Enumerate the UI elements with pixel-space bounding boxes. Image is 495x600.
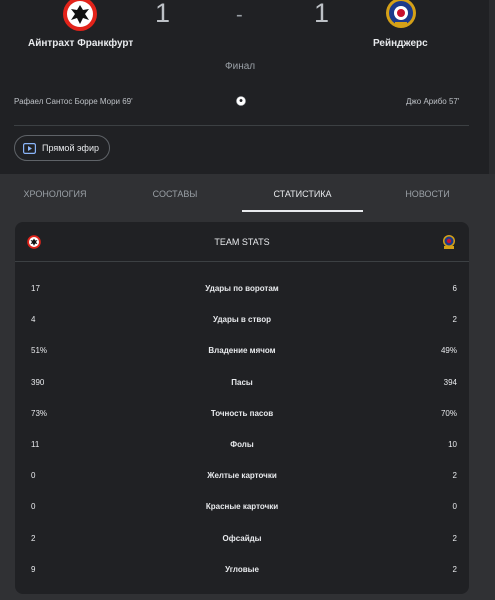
tab-label: ХРОНОЛОГИЯ <box>23 189 87 199</box>
away-stat-value: 2 <box>452 533 457 543</box>
stat-label: Удары в створ <box>212 315 272 325</box>
away-stat-value: 70% <box>440 408 457 418</box>
away-scorer: Джо Арибо 57' <box>406 97 460 106</box>
score-separator: - <box>236 4 243 26</box>
stat-label: Желтые карточки <box>207 471 277 481</box>
stat-row: 0 Красные карточки 0 <box>15 491 469 522</box>
tab-label: СОСТАВЫ <box>152 189 198 199</box>
away-stat-value: 2 <box>452 564 457 574</box>
tab-label: НОВОСТИ <box>405 189 450 199</box>
stat-row: 17 Удары по воротам 6 <box>15 273 469 304</box>
tab-timeline[interactable]: ХРОНОЛОГИЯ <box>0 174 110 214</box>
stat-row: 0 Желтые карточки 2 <box>15 460 469 491</box>
stat-row: 9 Угловые 2 <box>15 554 469 585</box>
stat-label: Фолы <box>230 440 254 449</box>
away-stat-value: 0 <box>452 502 457 512</box>
stats-panel: TEAM STATS 17 Удары по воротам 6 4 Удары в с… <box>0 214 495 600</box>
match-status: Финал <box>225 61 256 72</box>
tab-news[interactable]: НОВОСТИ <box>365 174 490 214</box>
stat-label: Угловые <box>225 564 259 574</box>
stats-header: TEAM STATS <box>15 222 469 262</box>
away-stat-value: 394 <box>443 377 457 387</box>
stat-label: Удары по воротам <box>205 284 279 293</box>
tab-lineups[interactable]: СОСТАВЫ <box>110 174 240 214</box>
stat-row: 73% Точность пасов 70% <box>15 398 469 429</box>
home-score: 1 <box>155 0 171 28</box>
away-stat-value: 2 <box>452 315 457 325</box>
stat-row: 4 Удары в створ 2 <box>15 304 469 335</box>
stat-row: 11 Фолы 10 <box>15 429 469 460</box>
eintracht-frankfurt-logo-icon[interactable] <box>62 0 98 32</box>
stats-title: TEAM STATS <box>214 237 270 247</box>
match-header: 1 - 1 Айнтрахт Франкфурт Рейнджерс Финал… <box>0 0 495 174</box>
team-stats-card: TEAM STATS 17 Удары по воротам 6 4 Удары в с… <box>15 222 469 594</box>
stat-label: Точность пасов <box>210 408 274 418</box>
away-stat-value: 2 <box>452 471 457 481</box>
stat-label: Офсайды <box>222 533 262 543</box>
rangers-logo-icon[interactable] <box>384 0 418 30</box>
away-stat-value: 10 <box>448 440 457 449</box>
home-team-name[interactable]: Айнтрахт Франкфурт <box>28 38 133 49</box>
stat-label: Пасы <box>231 377 253 387</box>
stat-row: 51% Владение мячом 49% <box>15 335 469 366</box>
away-stat-value: 6 <box>452 284 457 293</box>
stat-row: 2 Офсайды 2 <box>15 523 469 554</box>
stat-row: 390 Пасы 394 <box>15 367 469 398</box>
away-stat-value: 49% <box>440 346 457 356</box>
tab-bar: ХРОНОЛОГИЯ СОСТАВЫ СТАТИСТИКА НОВОСТИ <box>0 174 495 214</box>
tab-stats[interactable]: СТАТИСТИКА <box>240 174 365 214</box>
live-stream-button[interactable]: Прямой эфир <box>14 135 110 161</box>
stat-label: Владение мячом <box>208 346 276 356</box>
home-scorer: Рафаел Сантос Борре Мори 69' <box>14 97 133 106</box>
live-stream-label: Прямой эфир <box>42 143 99 153</box>
tab-label: СТАТИСТИКА <box>273 189 332 199</box>
divider <box>14 125 469 126</box>
rangers-logo-icon <box>443 235 455 249</box>
play-icon <box>23 142 36 154</box>
away-team-name[interactable]: Рейнджерс <box>373 38 428 49</box>
away-score: 1 <box>314 0 330 28</box>
soccer-ball-icon <box>236 96 246 106</box>
stat-label: Красные карточки <box>205 502 279 512</box>
